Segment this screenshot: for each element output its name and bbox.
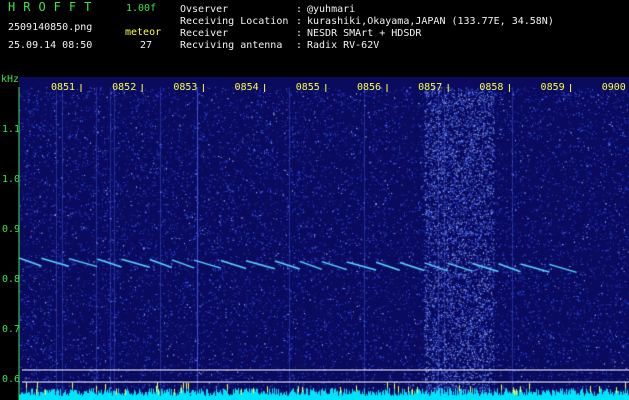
x-tick-label: 0853 xyxy=(173,82,197,93)
x-tick-label: 0900 xyxy=(602,82,626,93)
x-tick-label: 0855 xyxy=(296,82,320,93)
x-tick-label: 0852 xyxy=(112,82,136,93)
x-axis-ticks: 0851 0852 0853 0854 0855 0856 0857 0858 0859 0900 xyxy=(51,82,626,93)
x-tick-label: 0854 xyxy=(235,82,259,93)
x-tick-label: 0857 xyxy=(418,82,442,93)
x-tick-label: 0859 xyxy=(541,82,565,93)
spectrogram-overlay: 0851 0852 0853 0854 0855 0856 0857 0858 0859 0900 xyxy=(18,82,629,400)
x-tick-label: 0858 xyxy=(479,82,503,93)
x-tick-label: 0856 xyxy=(357,82,381,93)
x-tick-label: 0851 xyxy=(51,82,75,93)
